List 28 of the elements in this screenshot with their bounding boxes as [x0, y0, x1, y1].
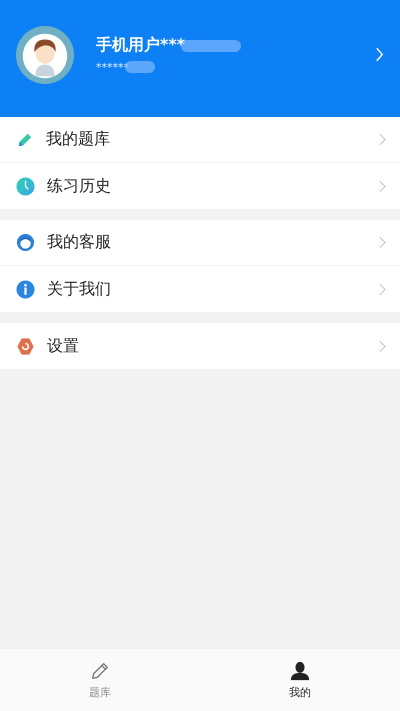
pencil-icon	[90, 660, 110, 680]
menu-label: 练习历史	[47, 176, 112, 196]
chevron-right-icon	[379, 133, 386, 146]
menu-item[interactable]: 我的客服	[0, 220, 400, 266]
tab[interactable]: 题库	[0, 649, 200, 711]
pencil-icon	[16, 130, 34, 148]
clock-icon	[16, 176, 35, 196]
avatar-icon	[16, 26, 74, 84]
user-name: 手机用户***	[96, 35, 186, 56]
menu-label: 设置	[47, 336, 80, 356]
menu-item[interactable]: 设置	[0, 323, 400, 369]
menu-label: 我的客服	[47, 232, 112, 253]
profile-header[interactable]: 手机用户*** ******	[0, 0, 400, 117]
info-icon	[16, 280, 35, 298]
chevron-right-icon	[379, 180, 386, 192]
menu-label: 关于我们	[47, 278, 112, 300]
menu-item[interactable]: 练习历史	[0, 163, 400, 209]
chevron-right-icon	[375, 47, 384, 62]
chevron-right-icon	[379, 340, 386, 352]
chevron-right-icon	[379, 236, 386, 249]
chevron-right-icon	[379, 282, 386, 296]
settings-icon	[16, 336, 35, 356]
menu-label: 我的题库	[46, 129, 111, 150]
tab[interactable]: 我的	[200, 649, 400, 711]
user-phone: ******	[96, 60, 129, 74]
person-icon	[290, 660, 310, 680]
menu-item[interactable]: 关于我们	[0, 266, 400, 312]
menu-item[interactable]: 我的题库	[0, 117, 400, 163]
